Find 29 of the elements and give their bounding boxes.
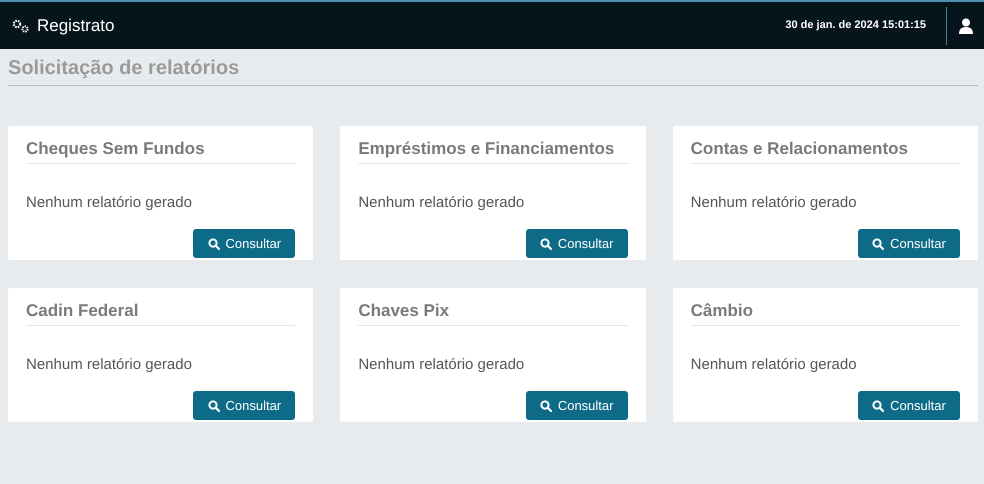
search-icon	[540, 400, 552, 412]
search-icon	[540, 238, 552, 250]
consult-button[interactable]: Consultar	[858, 229, 960, 258]
search-icon	[208, 238, 220, 250]
consult-button[interactable]: Consultar	[193, 391, 296, 420]
search-icon	[872, 400, 884, 412]
card-title: Contas e Relacionamentos	[690, 138, 960, 164]
card-title: Cheques Sem Fundos	[26, 138, 296, 164]
status-message: Nenhum relatório gerado	[690, 356, 858, 374]
consult-button[interactable]: Consultar	[526, 229, 628, 258]
consult-button[interactable]: Consultar	[526, 391, 628, 420]
consult-button[interactable]: Consultar	[858, 391, 960, 420]
status-message: Nenhum relatório gerado	[690, 194, 858, 212]
card-title: Câmbio	[690, 300, 960, 326]
card-title: Cadin Federal	[26, 300, 296, 326]
gears-icon	[12, 18, 30, 32]
page-title: Solicitação de relatórios	[8, 56, 240, 80]
search-icon	[872, 238, 884, 250]
search-icon	[208, 400, 220, 412]
date-time: 30 de jan. de 2024 15:01:15	[785, 18, 926, 34]
card-title: Chaves Pix	[358, 300, 628, 326]
app-title: Registrato	[37, 14, 114, 37]
status-message: Nenhum relatório gerado	[358, 194, 526, 212]
user-icon	[958, 18, 972, 34]
status-message: Nenhum relatório gerado	[26, 194, 193, 212]
status-message: Nenhum relatório gerado	[26, 356, 193, 374]
card-title: Empréstimos e Financiamentos	[358, 138, 628, 164]
consult-button[interactable]: Consultar	[193, 229, 296, 258]
status-message: Nenhum relatório gerado	[358, 356, 526, 374]
